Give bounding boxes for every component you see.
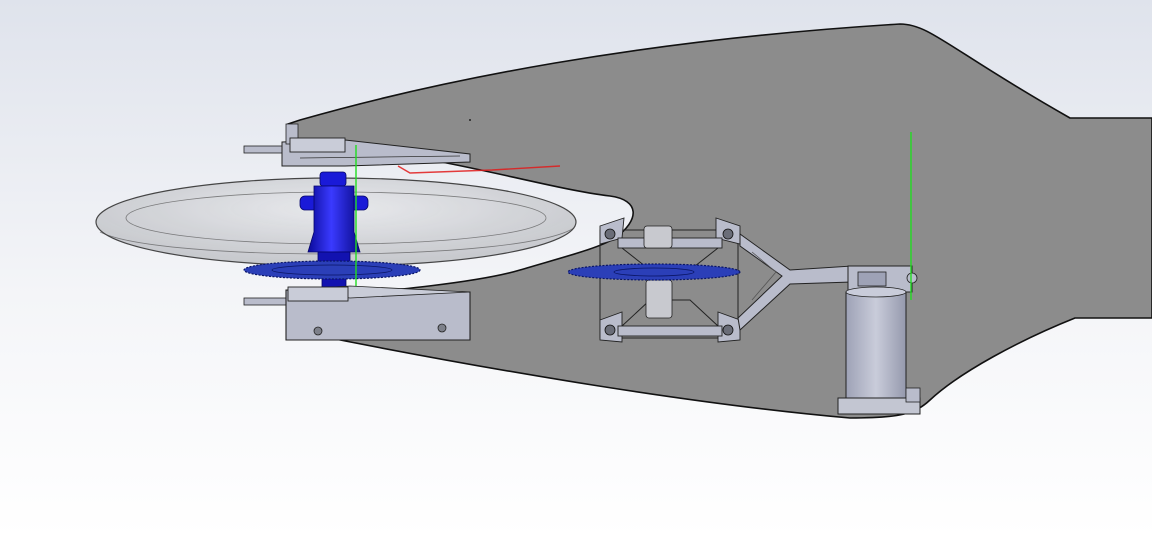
- sketch-point: [469, 119, 471, 121]
- middle-sprocket: [567, 263, 741, 281]
- cad-viewport[interactable]: [0, 0, 1152, 537]
- cad-model-view[interactable]: [0, 0, 1152, 537]
- front-sprocket: [243, 260, 421, 280]
